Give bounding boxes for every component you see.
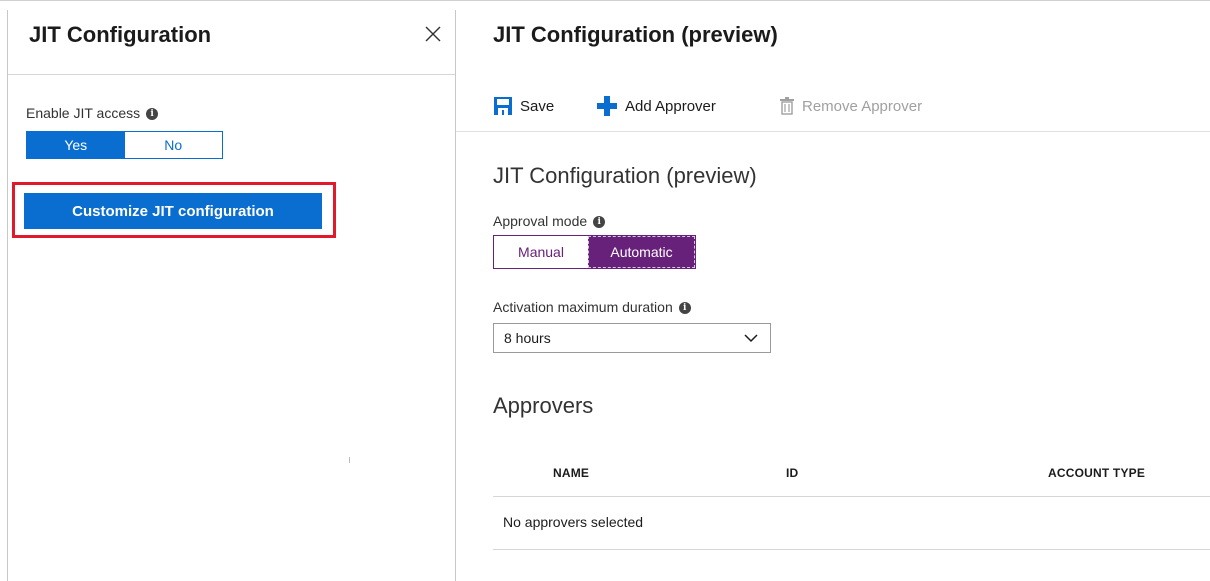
activation-duration-label-text: Activation maximum duration xyxy=(493,299,673,315)
enable-jit-label-text: Enable JIT access xyxy=(26,105,141,121)
jit-preview-blade: JIT Configuration (preview) Save Add App… xyxy=(456,10,1210,581)
column-id[interactable]: ID xyxy=(786,466,798,480)
duration-value: 8 hours xyxy=(504,330,551,346)
save-label: Save xyxy=(520,97,555,115)
save-icon xyxy=(494,97,512,115)
approval-mode-toggle: Manual Automatic xyxy=(493,235,696,269)
remove-approver-label: Remove Approver xyxy=(802,97,923,115)
window-top-border xyxy=(0,0,1210,1)
chevron-down-icon xyxy=(744,334,758,343)
activation-duration-select[interactable]: 8 hours xyxy=(493,323,771,353)
column-account-type[interactable]: ACCOUNT TYPE xyxy=(1048,466,1145,480)
add-approver-button[interactable]: Add Approver xyxy=(596,94,716,118)
blade-header: JIT Configuration xyxy=(8,10,455,75)
info-icon[interactable]: i xyxy=(593,216,606,229)
section-title: JIT Configuration (preview) xyxy=(493,163,757,188)
approvers-table-header: NAME ID ACCOUNT TYPE xyxy=(493,450,1210,497)
preview-blade-title: JIT Configuration (preview) xyxy=(493,22,778,47)
remove-approver-button[interactable]: Remove Approver xyxy=(779,94,922,118)
jit-configuration-blade: JIT Configuration Enable JIT access i Yes… xyxy=(7,10,456,581)
approval-mode-label: Approval mode i xyxy=(493,213,606,229)
activation-duration-label: Activation maximum duration i xyxy=(493,299,691,315)
close-icon[interactable] xyxy=(421,22,445,46)
preview-blade-header: JIT Configuration (preview) xyxy=(456,10,1210,74)
divider-mark xyxy=(349,457,350,463)
approval-mode-label-text: Approval mode xyxy=(493,213,588,229)
mode-automatic-button[interactable]: Automatic xyxy=(588,236,695,268)
column-name[interactable]: NAME xyxy=(553,466,589,480)
mode-manual-button[interactable]: Manual xyxy=(494,236,588,268)
toggle-yes-button[interactable]: Yes xyxy=(27,132,125,158)
save-button[interactable]: Save xyxy=(493,94,554,118)
command-toolbar: Save Add Approver Remove Approver xyxy=(456,84,1210,132)
blade-title: JIT Configuration xyxy=(29,22,212,47)
toggle-no-button[interactable]: No xyxy=(124,132,222,158)
add-approver-label: Add Approver xyxy=(625,97,716,115)
plus-icon xyxy=(597,96,617,116)
empty-state-text: No approvers selected xyxy=(503,514,644,530)
info-icon[interactable]: i xyxy=(678,302,691,315)
trash-icon xyxy=(780,97,794,115)
customize-jit-button[interactable]: Customize JIT configuration xyxy=(24,193,322,229)
enable-jit-toggle: Yes No xyxy=(26,131,223,159)
approvers-empty-row: No approvers selected xyxy=(493,496,1210,550)
info-icon[interactable]: i xyxy=(146,108,159,121)
approvers-title: Approvers xyxy=(493,393,594,418)
enable-jit-label: Enable JIT access i xyxy=(26,105,159,121)
